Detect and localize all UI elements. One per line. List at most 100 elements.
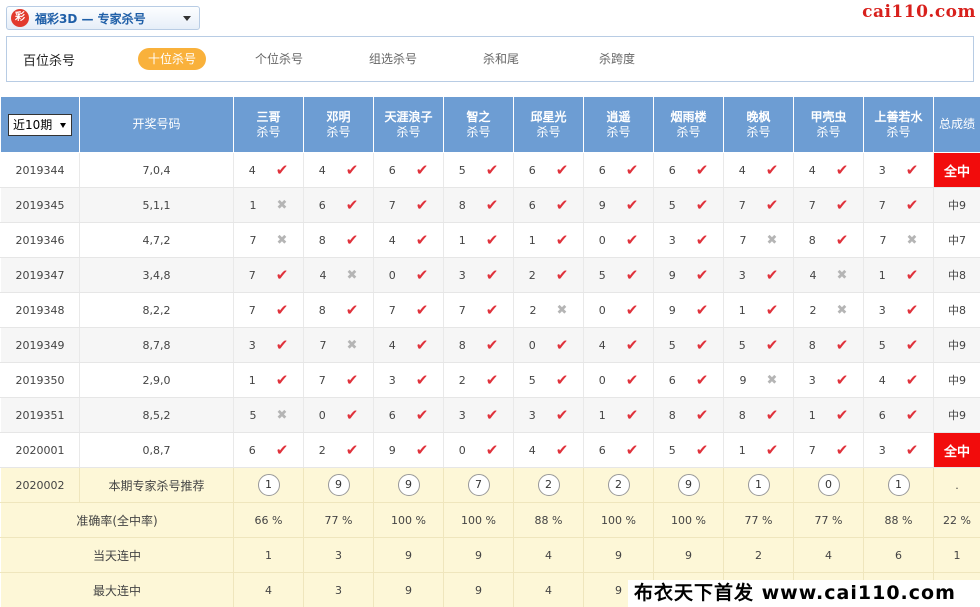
tab-group-kill[interactable]: 组选杀号: [367, 48, 419, 70]
expert-name: 三哥: [256, 109, 281, 124]
kill-cell-inner: 8 ✔: [444, 196, 513, 214]
lottery-selector[interactable]: 彩 福彩3D — 专家杀号: [6, 6, 200, 30]
pick-cell: 1: [863, 467, 934, 503]
expert-header[interactable]: 邱星光 杀号: [513, 96, 584, 153]
kill-cell: 0 ✔: [583, 222, 654, 258]
stat-label: 当天连中: [0, 537, 234, 573]
expert-header[interactable]: 晚枫 杀号: [723, 96, 794, 153]
kill-number: 3: [248, 338, 256, 352]
kill-number: 4: [388, 338, 396, 352]
tab-hundreds-kill[interactable]: 百位杀号: [23, 50, 75, 69]
stat-value: 77 %: [793, 502, 864, 538]
kill-cell-inner: 1 ✔: [864, 266, 933, 284]
kill-cell: 0 ✔: [303, 397, 374, 433]
kill-cell: 4 ✔: [723, 152, 794, 188]
check-icon: ✔: [415, 371, 429, 389]
tab-units-kill[interactable]: 个位杀号: [253, 48, 305, 70]
tab-tens-kill[interactable]: 十位杀号: [138, 48, 206, 70]
kill-number: 0: [598, 303, 606, 317]
footer-banner: 布衣天下首发 www.cai110.com: [628, 580, 980, 607]
kill-cell: 9 ✖: [723, 362, 794, 398]
kill-cell-inner: 3 ✔: [374, 371, 443, 389]
kill-cell: 8 ✔: [443, 327, 514, 363]
kill-number: 2: [529, 303, 537, 317]
kill-cell: 4 ✔: [303, 152, 374, 188]
kill-number: 5: [598, 268, 606, 282]
kill-cell-inner: 5 ✔: [654, 336, 723, 354]
kill-cell-inner: 4 ✔: [584, 336, 653, 354]
range-header: 近10期: [0, 96, 80, 153]
kill-cell-inner: 9 ✔: [374, 441, 443, 459]
kill-cell-inner: 6 ✔: [584, 161, 653, 179]
kill-number: 8: [808, 233, 816, 247]
expert-header[interactable]: 三哥 杀号: [233, 96, 304, 153]
expert-header[interactable]: 邓明 杀号: [303, 96, 374, 153]
range-select[interactable]: 近10期: [8, 113, 72, 136]
check-icon: ✔: [485, 231, 499, 249]
kill-number: 8: [738, 408, 746, 422]
cross-icon: ✖: [836, 302, 848, 318]
stat-value: 9: [653, 537, 724, 573]
kill-cell: 7 ✔: [443, 292, 514, 328]
check-icon: ✔: [485, 301, 499, 319]
expert-name: 烟雨楼: [670, 109, 707, 124]
expert-header[interactable]: 上善若水 杀号: [863, 96, 934, 153]
expert-header[interactable]: 烟雨楼 杀号: [653, 96, 724, 153]
kill-cell-inner: 4 ✖: [304, 268, 373, 283]
tab-span-kill[interactable]: 杀跨度: [597, 48, 637, 70]
cross-icon: ✖: [276, 197, 288, 213]
expert-sub: 杀号: [606, 124, 631, 139]
draw-number-cell: 8,7,8: [79, 327, 234, 363]
stat-value: 9: [443, 572, 514, 607]
check-icon: ✔: [695, 371, 709, 389]
kill-number: 8: [458, 198, 466, 212]
kill-number: 6: [248, 443, 256, 457]
kill-number: 7: [388, 303, 396, 317]
check-icon: ✔: [625, 196, 639, 214]
kill-number: 0: [458, 443, 466, 457]
tab-sum-tail-kill[interactable]: 杀和尾: [481, 48, 521, 70]
stat-value: 77 %: [303, 502, 374, 538]
kill-cell: 4 ✔: [513, 432, 584, 468]
kill-cell-inner: 8 ✔: [444, 336, 513, 354]
kill-cell: 8 ✔: [303, 292, 374, 328]
kill-cell-inner: 5 ✖: [234, 408, 303, 423]
kill-cell: 1 ✔: [793, 397, 864, 433]
expert-header[interactable]: 智之 杀号: [443, 96, 514, 153]
kill-number: 6: [528, 163, 536, 177]
draw-number-cell: 8,2,2: [79, 292, 234, 328]
check-icon: ✔: [415, 336, 429, 354]
kill-cell: 3 ✔: [863, 292, 934, 328]
total-cell: 1: [933, 537, 980, 573]
issue-cell: 2019351: [0, 397, 80, 433]
kill-number: 4: [809, 268, 817, 282]
pick-number: 9: [677, 474, 700, 496]
kill-cell: 1 ✔: [863, 257, 934, 293]
pick-cell: 9: [373, 467, 444, 503]
check-icon: ✔: [695, 441, 709, 459]
kill-number: 1: [598, 408, 606, 422]
draw-number-cell: 0,8,7: [79, 432, 234, 468]
pick-number: 9: [397, 474, 420, 496]
kill-cell-inner: 6 ✔: [374, 161, 443, 179]
kill-cell-inner: 1 ✔: [724, 441, 793, 459]
expert-header[interactable]: 甲壳虫 杀号: [793, 96, 864, 153]
expert-header[interactable]: 逍遥 杀号: [583, 96, 654, 153]
kill-cell-inner: 1 ✖: [234, 198, 303, 213]
kill-cell: 2 ✖: [793, 292, 864, 328]
kill-number: 1: [808, 408, 816, 422]
table-row: 2019347 3,4,8 7 ✔ 4 ✖ 0 ✔ 3 ✔ 2 ✔ 5 ✔ 9 ✔ 3 ✔ 4 ✖ 1 ✔ 中8: [0, 257, 980, 293]
kill-cell: 7 ✔: [373, 292, 444, 328]
kill-number: 1: [878, 268, 886, 282]
kill-cell-inner: 4 ✔: [724, 161, 793, 179]
site-logo: cai110.com: [862, 2, 976, 22]
stat-value: 4: [513, 572, 584, 607]
table-row: 2019346 4,7,2 7 ✖ 8 ✔ 4 ✔ 1 ✔ 1 ✔ 0 ✔ 3 ✔ 7 ✖ 8 ✔ 7 ✖ 中7: [0, 222, 980, 258]
pick-number: 1: [887, 474, 910, 496]
stat-value: 9: [373, 537, 444, 573]
expert-header[interactable]: 天涯浪子 杀号: [373, 96, 444, 153]
check-icon: ✔: [905, 161, 919, 179]
kill-cell-inner: 3 ✔: [864, 161, 933, 179]
kill-cell: 6 ✔: [583, 432, 654, 468]
check-icon: ✔: [555, 196, 569, 214]
